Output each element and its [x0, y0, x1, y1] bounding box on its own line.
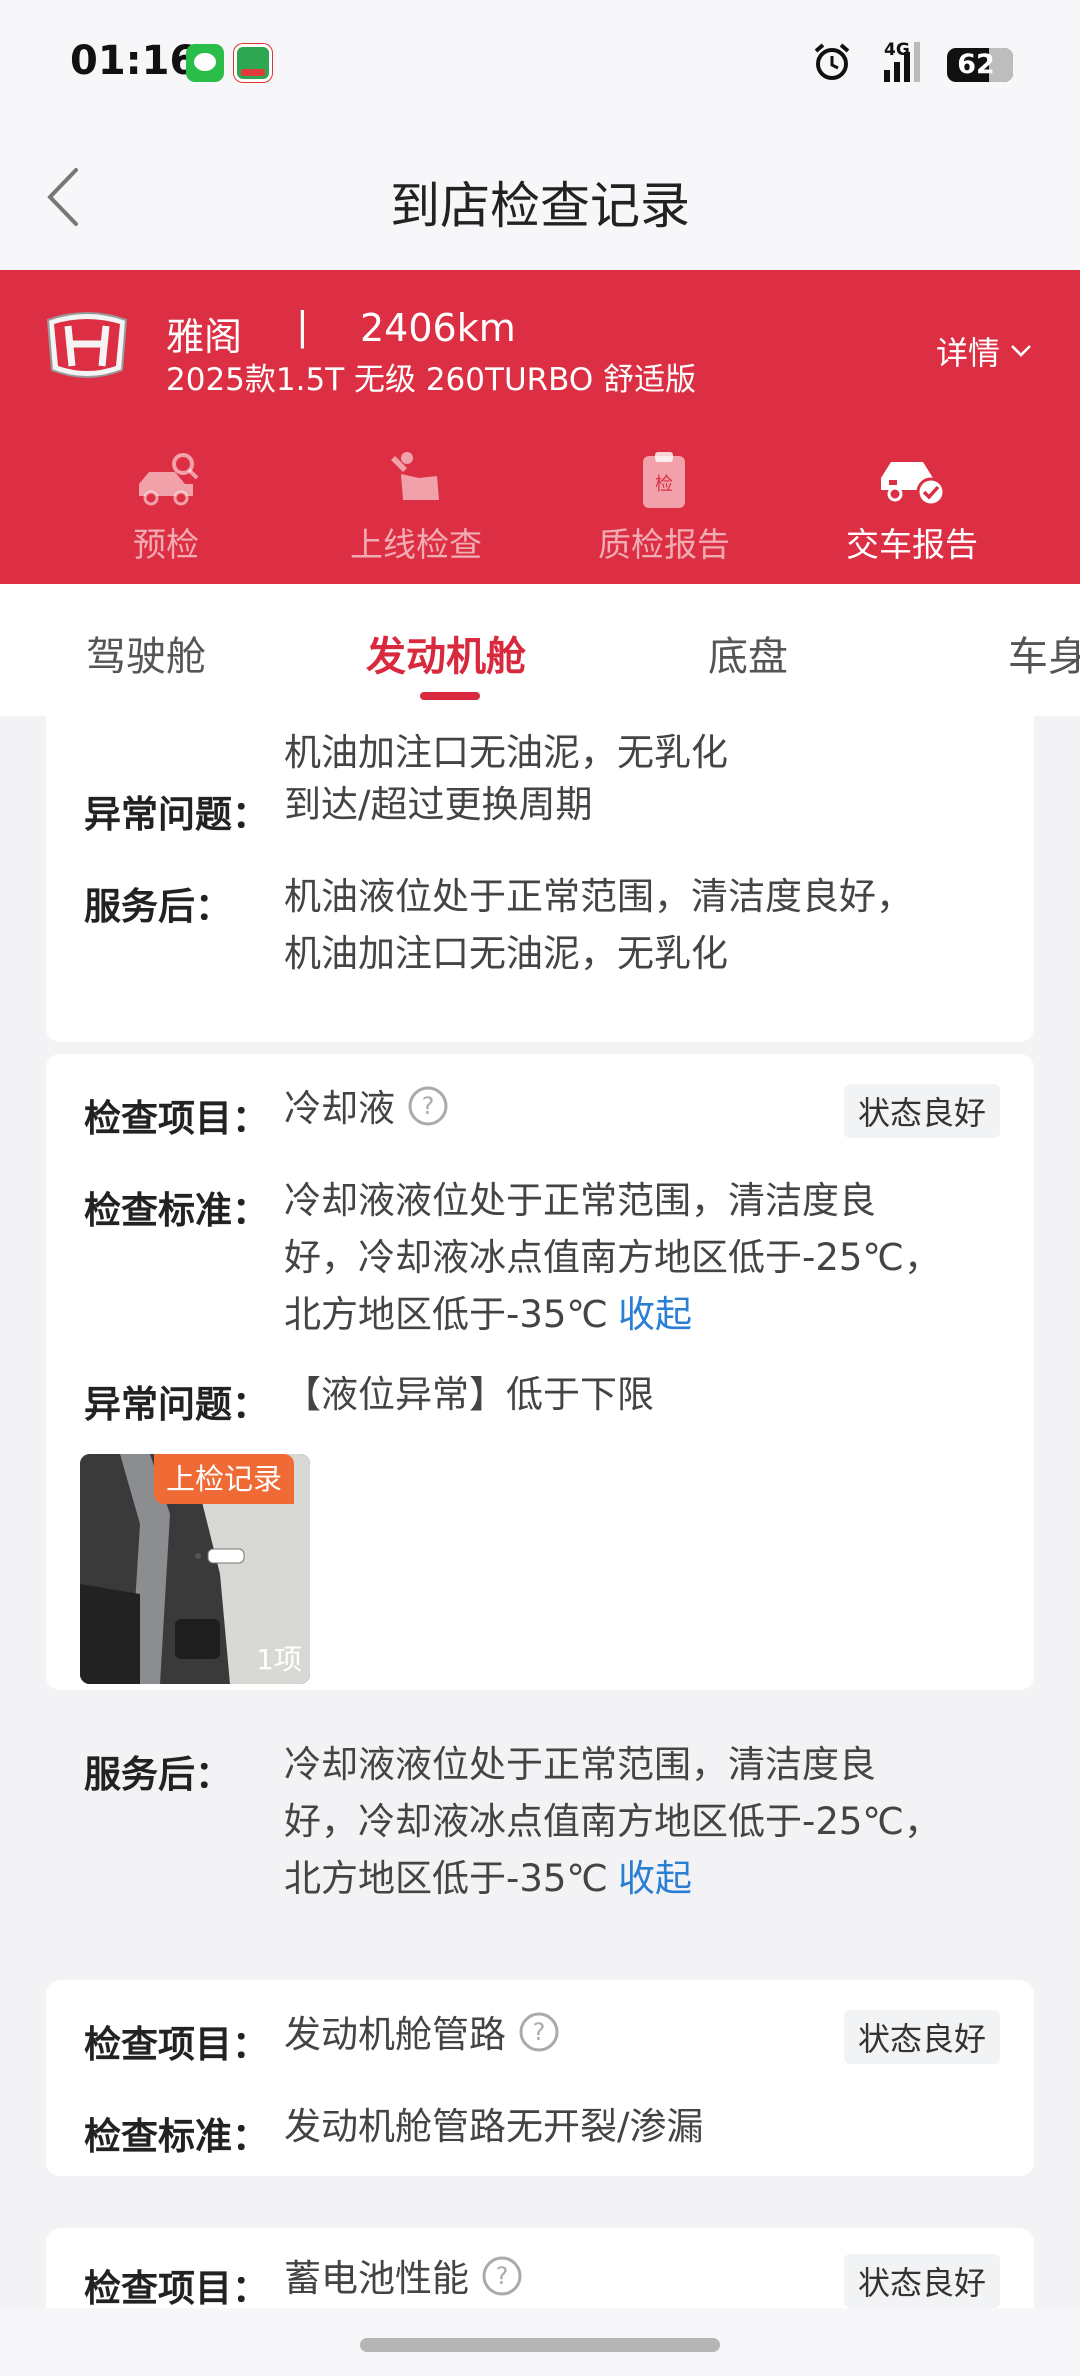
- tab-body[interactable]: 车身: [1008, 624, 1080, 682]
- stage-inspection[interactable]: 上线检查: [296, 450, 536, 566]
- home-indicator[interactable]: [360, 2338, 720, 2352]
- collapse-link[interactable]: 收起: [618, 1857, 692, 1900]
- inspection-photo[interactable]: 上检记录 1项: [80, 1454, 310, 1684]
- stage-label: 质检报告: [598, 525, 730, 564]
- collapse-link[interactable]: 收起: [618, 1293, 692, 1336]
- active-tab-indicator: [420, 692, 480, 700]
- item-label: 检查项目：: [84, 1097, 269, 1140]
- signal-icon: [884, 42, 920, 82]
- wechat-notification-icon: [186, 44, 224, 82]
- after-service-label: 服务后：: [84, 1753, 232, 1796]
- details-button[interactable]: 详情: [936, 328, 1034, 374]
- status-time: 01:16: [70, 38, 198, 84]
- standard-value: 冷却液液位处于正常范围，清洁度良 好，冷却液冰点值南方地区低于-25℃， 北方地…: [284, 1179, 941, 1336]
- issue-label: 异常问题：: [84, 793, 269, 836]
- help-icon[interactable]: ?: [407, 1085, 449, 1127]
- stage-label: 交车报告: [846, 525, 978, 564]
- stage-label: 预检: [133, 525, 199, 564]
- app-notification-icon: [234, 44, 272, 82]
- inspection-item-battery: 检查项目： 蓄电池性能? 状态良好: [46, 2228, 1034, 2308]
- service-stage-bar: 预检 上线检查 检 质检报告 交车报告: [0, 450, 1080, 584]
- alarm-icon: [814, 43, 850, 80]
- standard-value: 发动机舱管路无开裂/渗漏: [284, 2105, 704, 2148]
- issue-value: 【液位异常】低于下限: [284, 1373, 654, 1416]
- svg-text:?: ?: [496, 2262, 509, 2290]
- details-label: 详情: [936, 334, 1001, 372]
- nav-bar: 到店检查记录: [0, 124, 1080, 270]
- mechanic-icon: [391, 452, 439, 500]
- inspection-list[interactable]: 机油加注口无油泥，无乳化 异常问题： 到达/超过更换周期 服务后： 机油液位处于…: [0, 716, 1080, 2308]
- standard-value: 机油加注口无油泥，无乳化: [284, 731, 728, 774]
- item-label: 检查项目：: [84, 2267, 269, 2308]
- photo-tag: 上检记录: [154, 1454, 295, 1504]
- after-service-value: 冷却液液位处于正常范围，清洁度良 好，冷却液冰点值南方地区低于-25℃， 北方地…: [284, 1743, 941, 1900]
- page-title: 到店检查记录: [390, 177, 690, 235]
- category-tabs: 驾驶舱 发动机舱 底盘 车身: [0, 584, 1080, 716]
- item-label: 检查项目：: [84, 2023, 269, 2066]
- separator: |: [296, 304, 309, 348]
- issue-label: 异常问题：: [84, 1383, 269, 1426]
- clipboard-icon: 检: [643, 452, 685, 508]
- honda-logo-icon: [46, 312, 128, 378]
- car-search-icon: [139, 453, 199, 506]
- stage-delivery-report[interactable]: 交车报告: [792, 450, 1032, 566]
- photo-count: 1项: [256, 1643, 302, 1676]
- status-badge: 状态良好: [843, 2010, 1000, 2064]
- status-badge: 状态良好: [843, 1084, 1000, 1138]
- help-icon[interactable]: ?: [518, 2011, 560, 2053]
- svg-text:?: ?: [533, 2018, 546, 2046]
- status-badge: 状态良好: [843, 2254, 1000, 2308]
- vehicle-variant: 2025款1.5T 无级 260TURBO 舒适版: [166, 362, 697, 398]
- battery-level: 62: [957, 49, 995, 80]
- system-nav-bar: [0, 2308, 1080, 2376]
- inspection-item-oil: 机油加注口无油泥，无乳化 异常问题： 到达/超过更换周期 服务后： 机油液位处于…: [46, 716, 1034, 1042]
- standard-label: 检查标准：: [84, 2115, 269, 2158]
- stage-precheck[interactable]: 预检: [46, 450, 286, 566]
- inspection-item-coolant: 检查项目： 冷却液? 状态良好 检查标准： 冷却液液位处于正常范围，清洁度良 好…: [46, 1054, 1034, 1900]
- tab-chassis[interactable]: 底盘: [708, 624, 788, 682]
- standard-label: 检查标准：: [84, 1189, 269, 1232]
- inspection-item-hoses: 检查项目： 发动机舱管路? 状态良好 检查标准： 发动机舱管路无开裂/渗漏: [46, 1980, 1034, 2176]
- vehicle-model: 雅阁: [166, 315, 243, 359]
- chevron-down-icon: [1011, 345, 1031, 357]
- vehicle-mileage: 2406km: [360, 306, 516, 350]
- svg-text:?: ?: [422, 1092, 435, 1120]
- after-service-label: 服务后：: [84, 885, 232, 928]
- tab-cockpit[interactable]: 驾驶舱: [86, 624, 206, 682]
- stage-quality-report[interactable]: 检 质检报告: [544, 450, 784, 566]
- issue-value: 到达/超过更换周期: [284, 783, 593, 826]
- help-icon[interactable]: ?: [481, 2255, 523, 2297]
- status-bar: 01:16 4G 62: [0, 0, 1080, 124]
- vehicle-card: 雅阁 | 2406km 2025款1.5T 无级 260TURBO 舒适版 详情…: [0, 270, 1080, 584]
- stage-label: 上线检查: [350, 525, 482, 564]
- car-check-icon: [881, 462, 946, 507]
- after-service-value: 机油液位处于正常范围，清洁度良好， 机油加注口无油泥，无乳化: [284, 875, 913, 975]
- battery-icon: 62: [947, 48, 1013, 82]
- tab-engine-bay[interactable]: 发动机舱: [366, 624, 526, 682]
- clipboard-badge: 检: [655, 474, 673, 495]
